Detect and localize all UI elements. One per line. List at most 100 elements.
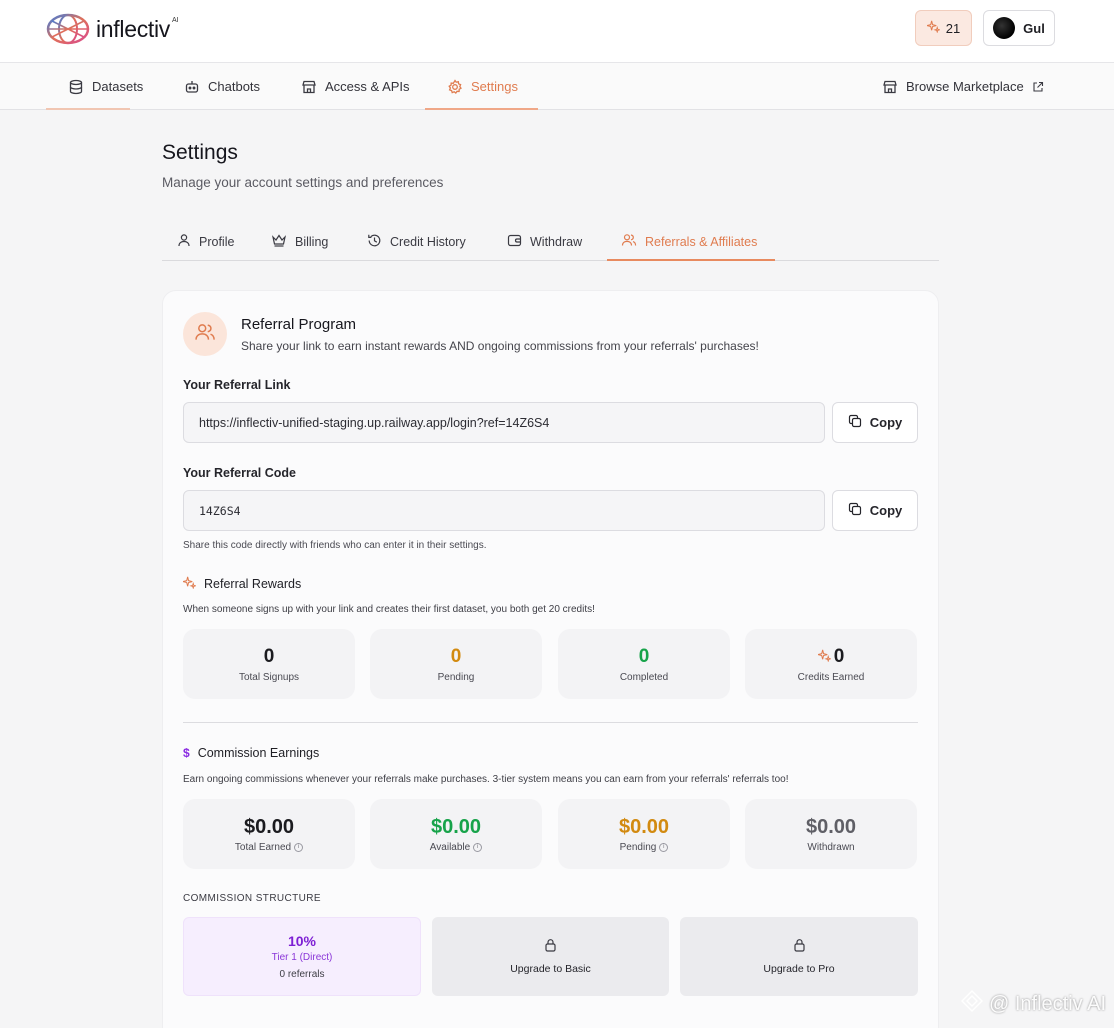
tier-name: Tier 1 (Direct): [271, 952, 333, 963]
section-title-text: Referral Rewards: [204, 577, 302, 591]
copy-label: Copy: [869, 415, 903, 430]
user-icon: [177, 233, 191, 250]
users-icon: [194, 322, 216, 347]
stat-label: Pending: [437, 671, 475, 683]
user-name: Gul: [1023, 20, 1045, 36]
avatar: [993, 17, 1016, 39]
info-icon[interactable]: i: [473, 842, 483, 852]
stat-total-earned: $0.00 Total Earned i: [183, 799, 355, 869]
nav-label: Chatbots: [208, 79, 261, 94]
info-icon[interactable]: i: [294, 842, 304, 852]
tier-referrals: 0 referrals: [279, 969, 325, 980]
copy-label: Copy: [869, 503, 903, 518]
section-divider: [183, 722, 918, 723]
referral-program-title: Referral Program: [241, 316, 357, 333]
nav-label: Access & APIs: [325, 79, 410, 94]
lock-icon: [544, 938, 557, 957]
logo-text: inflectiv: [96, 15, 170, 42]
tab-label: Withdraw: [530, 234, 583, 249]
browse-marketplace-label: Browse Marketplace: [906, 79, 1024, 94]
nav-datasets[interactable]: Datasets: [68, 63, 143, 110]
stat-label: Withdrawn: [807, 841, 855, 853]
tab-credit-history[interactable]: Credit History: [367, 222, 466, 261]
stat-value: 0: [638, 645, 650, 667]
referral-code-label: Your Referral Code: [183, 466, 296, 480]
stat-commission-pending: $0.00 Pending i: [558, 799, 730, 869]
stat-available: $0.00 Available i: [370, 799, 542, 869]
logo-mark-icon: [46, 13, 90, 45]
referral-code-field[interactable]: 14Z6S4: [183, 490, 825, 531]
diamond-logo-icon: [960, 990, 983, 1018]
referral-rewards-title: Referral Rewards: [182, 576, 302, 592]
page-subtitle: Manage your account settings and prefere…: [162, 175, 444, 190]
stat-value: 0: [833, 645, 845, 667]
sparkles-icon: [926, 20, 941, 36]
referral-program-subtitle: Share your link to earn instant rewards …: [241, 339, 759, 353]
stat-label: Total Earned: [234, 841, 292, 853]
browse-marketplace-link[interactable]: Browse Marketplace: [882, 63, 1044, 110]
tier-upgrade-basic[interactable]: Upgrade to Basic: [432, 917, 669, 996]
nav-access-apis[interactable]: Access & APIs: [301, 63, 410, 110]
tab-label: Profile: [199, 234, 235, 249]
referral-link-field[interactable]: https://inflectiv-unified-staging.up.rai…: [183, 402, 825, 443]
nav-label: Settings: [471, 79, 518, 94]
stat-label: Total Signups: [238, 671, 300, 683]
tier-locked-label: Upgrade to Basic: [510, 963, 591, 975]
commission-desc: Earn ongoing commissions whenever your r…: [183, 774, 789, 785]
database-icon: [68, 79, 84, 95]
gear-icon: [447, 78, 463, 95]
tier-percent: 10%: [287, 933, 317, 949]
tab-referrals-affiliates[interactable]: Referrals & Affiliates: [621, 222, 757, 261]
referral-rewards-desc: When someone signs up with your link and…: [183, 604, 595, 615]
store-icon: [301, 79, 317, 95]
watermark: @ Inflectiv AI: [960, 990, 1106, 1018]
stat-credits-earned: 0 Credits Earned: [745, 629, 917, 699]
history-icon: [367, 233, 382, 251]
tab-billing[interactable]: Billing: [271, 222, 328, 261]
stat-label: Completed: [619, 671, 669, 683]
stat-value: $0.00: [243, 815, 295, 838]
credits-badge[interactable]: 21: [915, 10, 972, 46]
copy-link-button[interactable]: Copy: [832, 402, 918, 443]
user-menu-button[interactable]: Gul: [983, 10, 1055, 46]
tab-profile[interactable]: Profile: [177, 222, 234, 261]
tier-1-card: 10% Tier 1 (Direct) 0 referrals: [183, 917, 421, 996]
stat-value: $0.00: [805, 815, 857, 838]
stat-label-row: Pending i: [620, 842, 669, 853]
section-title-text: Commission Earnings: [197, 746, 320, 760]
nav-underline-datasets: [46, 108, 130, 110]
watermark-text: @ Inflectiv AI: [988, 992, 1106, 1015]
tab-label: Billing: [295, 234, 329, 249]
store-icon: [882, 79, 898, 95]
logo-superscript: AI: [172, 16, 179, 24]
info-icon[interactable]: i: [659, 842, 669, 852]
crown-icon: [271, 233, 287, 250]
tab-label: Credit History: [390, 234, 466, 249]
stat-label-row: Total Earned i: [234, 841, 304, 853]
tab-withdraw[interactable]: Withdraw: [507, 222, 582, 261]
commission-earnings-title: $ Commission Earnings: [183, 746, 319, 760]
dollar-icon: $: [183, 746, 190, 760]
nav-settings[interactable]: Settings: [447, 63, 518, 110]
stat-label-row: Available i: [429, 841, 483, 853]
stat-value: 0: [263, 645, 275, 667]
stat-label: Pending: [619, 841, 657, 853]
lock-icon: [793, 938, 806, 957]
tier-upgrade-pro[interactable]: Upgrade to Pro: [680, 917, 918, 996]
sparkles-icon: [817, 646, 832, 668]
wallet-icon: [507, 233, 522, 250]
referral-program-icon-wrap: [183, 312, 227, 356]
nav-label: Datasets: [92, 79, 144, 94]
stat-value: $0.00: [618, 815, 670, 838]
stat-label: Available: [429, 841, 471, 853]
logo[interactable]: inflectiv AI: [46, 13, 179, 45]
stat-pending: 0 Pending: [370, 629, 542, 699]
settings-tabs: Profile Billing Credit History Withdraw …: [162, 222, 939, 261]
stat-value-row: 0: [817, 645, 845, 668]
main-nav: Datasets Chatbots Access & APIs Settings…: [0, 63, 1114, 110]
copy-icon: [848, 502, 862, 519]
referral-code-hint: Share this code directly with friends wh…: [183, 540, 487, 551]
copy-code-button[interactable]: Copy: [832, 490, 918, 531]
nav-chatbots[interactable]: Chatbots: [184, 63, 260, 110]
commission-structure-label: COMMISSION STRUCTURE: [183, 893, 321, 904]
